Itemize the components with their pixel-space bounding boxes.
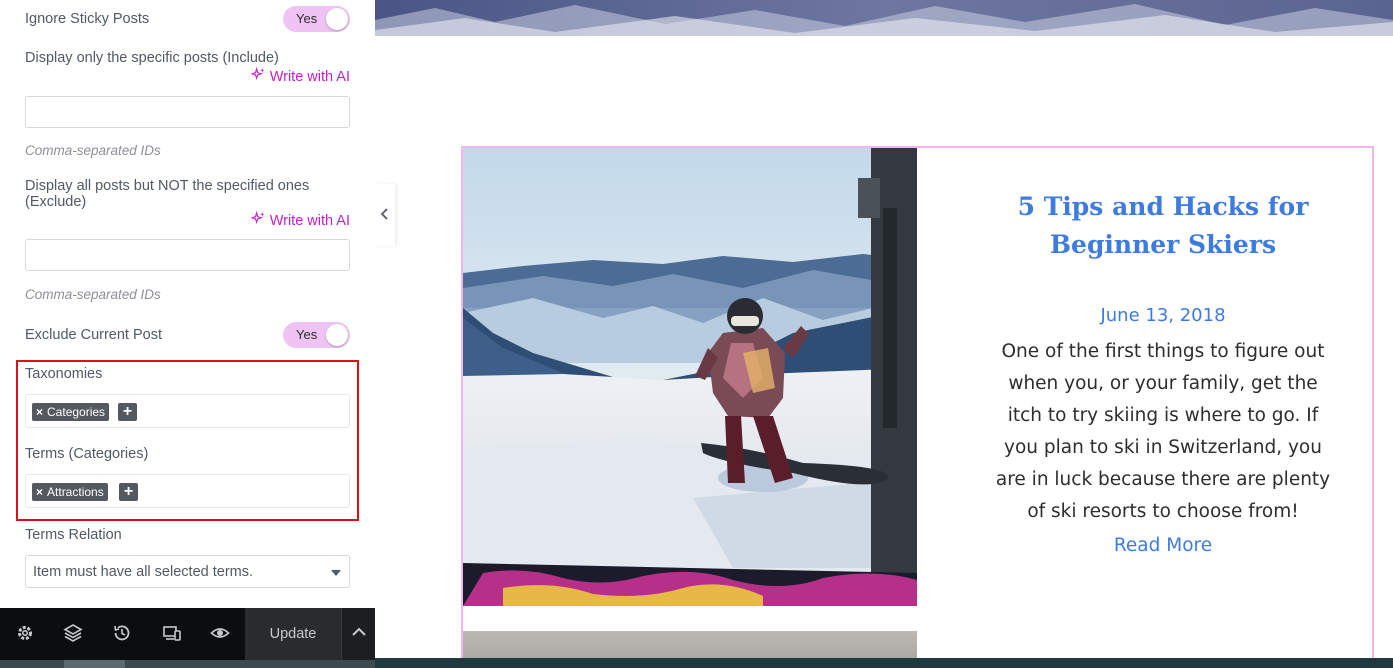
toggle-knob	[326, 8, 348, 30]
include-hint: Comma-separated IDs	[25, 143, 161, 158]
exclude-ids-input[interactable]	[25, 239, 350, 271]
layers-icon[interactable]	[63, 623, 83, 643]
toggle-label: Yes	[296, 11, 318, 26]
update-button[interactable]: Update	[245, 608, 341, 660]
toggle-knob	[326, 324, 348, 346]
exclude-write-with-ai-button[interactable]: Write with AI	[249, 210, 350, 230]
post-title[interactable]: 5 Tips and Hacks for Beginner Skiers	[985, 188, 1341, 264]
exclude-current-label: Exclude Current Post	[25, 327, 163, 343]
terms-relation-select[interactable]: Item must have all selected terms.	[25, 555, 350, 588]
terms-relation-label: Terms Relation	[25, 527, 122, 543]
write-with-ai-label: Write with AI	[269, 68, 350, 85]
sparkle-icon	[249, 210, 266, 230]
history-icon[interactable]	[112, 623, 132, 643]
gear-icon[interactable]	[15, 623, 35, 643]
editor-panel: Ignore Sticky Posts Yes Display only the…	[0, 0, 375, 608]
panel-collapse-button[interactable]	[375, 184, 395, 246]
ignore-sticky-label: Ignore Sticky Posts	[25, 11, 150, 27]
bottom-strip	[0, 660, 375, 668]
ignore-sticky-toggle[interactable]: Yes	[283, 6, 350, 32]
sparkle-icon	[249, 66, 266, 86]
include-write-with-ai-button[interactable]: Write with AI	[249, 66, 350, 86]
toggle-label: Yes	[296, 327, 318, 342]
chevron-down-icon	[331, 570, 341, 576]
read-more-link[interactable]: Read More	[985, 535, 1341, 556]
exclude-label: Display all posts but NOT the specified …	[25, 178, 310, 210]
post-excerpt: One of the first things to figure out wh…	[995, 341, 1331, 522]
post-featured-image[interactable]	[463, 148, 917, 606]
post-date: June 13, 2018	[1100, 305, 1226, 326]
bottom-strip	[375, 658, 1393, 668]
editor-toolbar: Update	[0, 608, 375, 660]
select-value: Item must have all selected terms.	[33, 564, 253, 580]
hero-image	[375, 0, 1393, 36]
write-with-ai-label: Write with AI	[269, 212, 350, 229]
include-label: Display only the specific posts (Include…	[25, 50, 279, 66]
exclude-current-toggle[interactable]: Yes	[283, 322, 350, 348]
responsive-icon[interactable]	[162, 623, 182, 643]
bottom-strip-segment	[64, 660, 125, 668]
include-ids-input[interactable]	[25, 96, 350, 128]
exclude-hint: Comma-separated IDs	[25, 287, 161, 302]
update-options-button[interactable]	[341, 608, 375, 660]
eye-icon[interactable]	[210, 623, 230, 643]
highlight-box	[16, 360, 359, 521]
